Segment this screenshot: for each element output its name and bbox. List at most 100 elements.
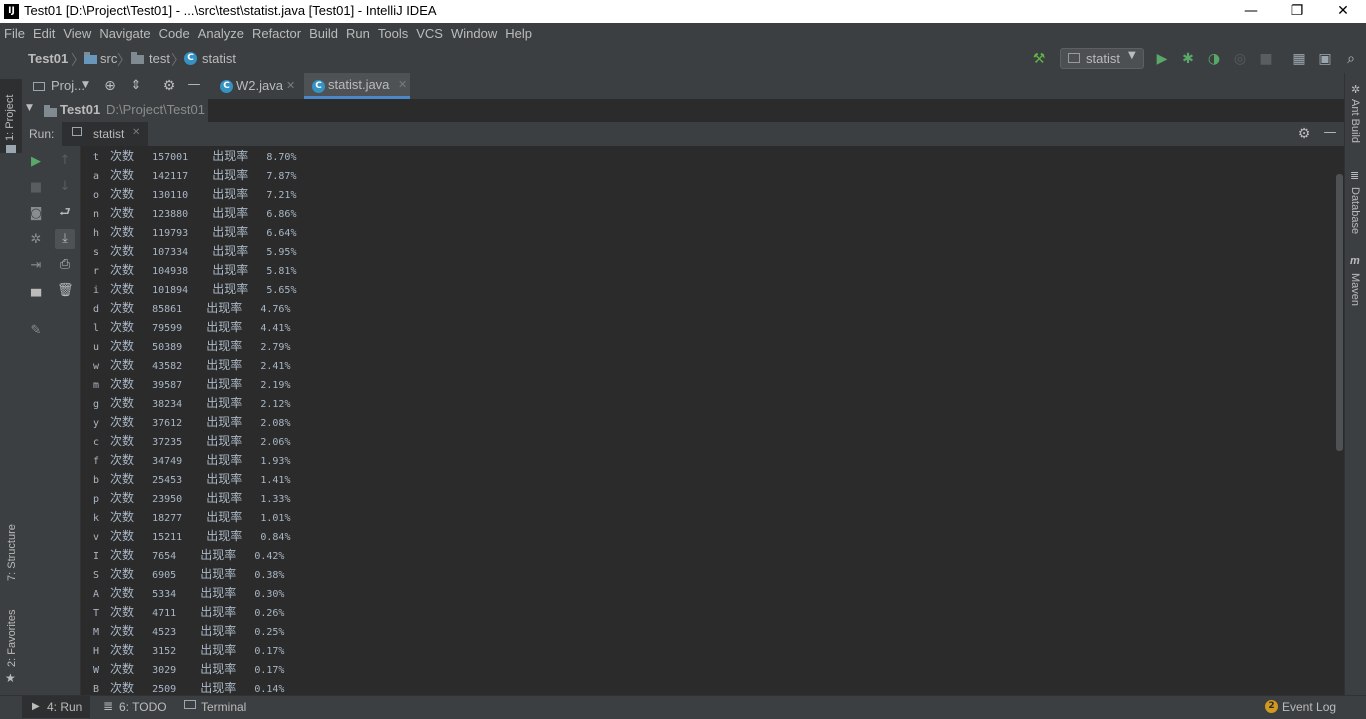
scroll-to-end-icon[interactable]: ⤓ <box>55 229 75 249</box>
console-rate-word: 出现率 <box>206 358 243 372</box>
settings-icon[interactable]: ✲ <box>28 232 44 248</box>
restore-button[interactable]: ❐ <box>1274 0 1320 23</box>
menu-file[interactable]: File <box>0 23 29 44</box>
console-times-word: 次数 <box>110 320 135 334</box>
build-hammer-icon[interactable]: ⚒ <box>1031 51 1047 67</box>
layout-icon[interactable]: ▀ <box>28 290 44 306</box>
soft-wrap-icon[interactable]: ⮐ <box>57 205 73 221</box>
status-tab-todo[interactable]: 6: TODO <box>119 700 167 714</box>
console-rate-word: 出现率 <box>212 149 249 163</box>
coverage-icon[interactable]: ◑ <box>1206 51 1222 67</box>
console-line: k 次数 18277 出现率 1.01% <box>93 508 290 527</box>
console-count: 119793 <box>152 228 189 239</box>
config-icon <box>72 127 82 136</box>
tab-project[interactable]: 1: Project <box>0 79 22 153</box>
run-configuration-select[interactable]: statist ▼ <box>1060 48 1144 69</box>
status-tab-run[interactable]: ▶ 4: Run <box>22 696 90 718</box>
chevron-down-icon[interactable]: ▼ <box>82 80 89 90</box>
console-rate: 1.01% <box>260 513 291 524</box>
menu-help[interactable]: Help <box>501 23 536 44</box>
java-class-icon: C <box>220 80 233 93</box>
collapse-all-icon[interactable]: ⇕ <box>128 78 144 94</box>
menu-refactor[interactable]: Refactor <box>248 23 305 44</box>
close-window-button[interactable]: ✕ <box>1320 0 1366 23</box>
locate-target-icon[interactable]: ⊕ <box>102 78 118 94</box>
search-icon[interactable]: ⌕ <box>1343 51 1359 67</box>
editor-area[interactable] <box>208 99 1344 122</box>
breadcrumb-statist[interactable]: statist <box>202 51 236 66</box>
menu-vcs[interactable]: VCS <box>412 23 447 44</box>
console-times-word: 次数 <box>110 339 135 353</box>
console-times-word: 次数 <box>110 643 135 657</box>
tab-w2-java[interactable]: C W2.java ✕ <box>212 73 302 99</box>
console-line: i 次数 101894 出现率 5.65% <box>93 280 296 299</box>
chevron-down-icon[interactable]: ▼ <box>26 103 33 113</box>
project-tree: ▼ Test01 D:\Project\Test01 <box>22 99 208 122</box>
trash-icon[interactable]: 🗑 <box>57 283 74 299</box>
console-count: 25453 <box>152 475 183 486</box>
arrow-up-icon[interactable]: ↑ <box>57 153 73 169</box>
tab-favorites-label: 2: Favorites <box>6 609 18 667</box>
menu-code[interactable]: Code <box>155 23 194 44</box>
console-line: d 次数 85861 出现率 4.76% <box>93 299 290 318</box>
run-tab-statist[interactable]: statist ✕ <box>62 122 148 146</box>
console-letter: b <box>93 475 100 486</box>
console-line: A 次数 5334 出现率 0.30% <box>93 584 284 603</box>
project-panel-selector[interactable]: Proj... <box>51 78 85 93</box>
hide-panel-icon[interactable]: — <box>186 77 202 93</box>
gear-icon[interactable]: ⚙ <box>161 78 177 94</box>
layout-icon[interactable]: ▣ <box>1317 51 1333 67</box>
exit-icon[interactable]: ⇥ <box>28 258 44 274</box>
profile-icon[interactable]: ◎ <box>1232 51 1248 67</box>
console-line: o 次数 130110 出现率 7.21% <box>93 185 296 204</box>
console-times-word: 次数 <box>110 149 135 163</box>
menu-run[interactable]: Run <box>342 23 374 44</box>
arrow-down-icon[interactable]: ↓ <box>57 179 73 195</box>
menu-window[interactable]: Window <box>447 23 501 44</box>
menu-analyze[interactable]: Analyze <box>194 23 248 44</box>
tab-maven-label: Maven <box>1349 273 1361 307</box>
database-icon: ≣ <box>1350 170 1360 182</box>
console-line: g 次数 38234 出现率 2.12% <box>93 394 290 413</box>
menu-view[interactable]: View <box>59 23 95 44</box>
print-icon[interactable]: ⎙ <box>57 257 73 273</box>
event-log-button[interactable]: Event Log <box>1282 700 1336 714</box>
breadcrumb-test[interactable]: test <box>149 51 170 66</box>
rerun-icon[interactable]: ▶ <box>28 154 44 170</box>
console-letter: I <box>93 551 100 562</box>
console-line: v 次数 15211 出现率 0.84% <box>93 527 290 546</box>
breadcrumb-src[interactable]: src <box>100 51 117 66</box>
console-times-word: 次数 <box>110 244 135 258</box>
run-icon[interactable]: ▶ <box>1154 51 1170 67</box>
console-output[interactable]: t 次数 157001 出现率 8.70% a 次数 142117 出现率 7.87%… <box>81 146 1344 695</box>
camera-icon[interactable]: ◙ <box>28 206 44 222</box>
stop-icon[interactable]: ■ <box>1258 51 1274 67</box>
play-icon: ▶ <box>32 701 40 712</box>
tab-favorites[interactable]: 2: Favorites ★ <box>0 603 22 688</box>
menu-navigate[interactable]: Navigate <box>95 23 154 44</box>
close-tab-icon[interactable]: ✕ <box>398 73 407 97</box>
project-structure-icon[interactable]: ▦ <box>1291 51 1307 67</box>
console-times-word: 次数 <box>110 282 135 296</box>
close-tab-icon[interactable]: ✕ <box>132 127 140 138</box>
tab-statist-java[interactable]: C statist.java ✕ <box>304 73 410 99</box>
breadcrumb-project[interactable]: Test01 <box>28 51 68 66</box>
console-rate: 2.08% <box>260 418 291 429</box>
stop-icon[interactable]: ■ <box>28 180 44 196</box>
tab-structure[interactable]: 7: Structure <box>0 505 22 585</box>
console-scrollbar[interactable] <box>1336 174 1343 451</box>
menu-edit[interactable]: Edit <box>29 23 59 44</box>
menu-tools[interactable]: Tools <box>374 23 412 44</box>
close-tab-icon[interactable]: ✕ <box>286 73 295 99</box>
menu-build[interactable]: Build <box>305 23 342 44</box>
hide-panel-icon[interactable]: — <box>1322 125 1338 141</box>
console-rate: 7.21% <box>266 190 297 201</box>
debug-icon[interactable]: ✱ <box>1180 51 1196 67</box>
console-rate-word: 出现率 <box>200 662 237 676</box>
status-tab-terminal[interactable]: Terminal <box>201 700 246 714</box>
console-letter: k <box>93 513 100 524</box>
pin-icon[interactable]: ✎ <box>28 323 44 339</box>
project-root-name[interactable]: Test01 <box>60 102 100 117</box>
gear-icon[interactable]: ⚙ <box>1296 126 1312 142</box>
minimize-button[interactable]: — <box>1228 0 1274 23</box>
